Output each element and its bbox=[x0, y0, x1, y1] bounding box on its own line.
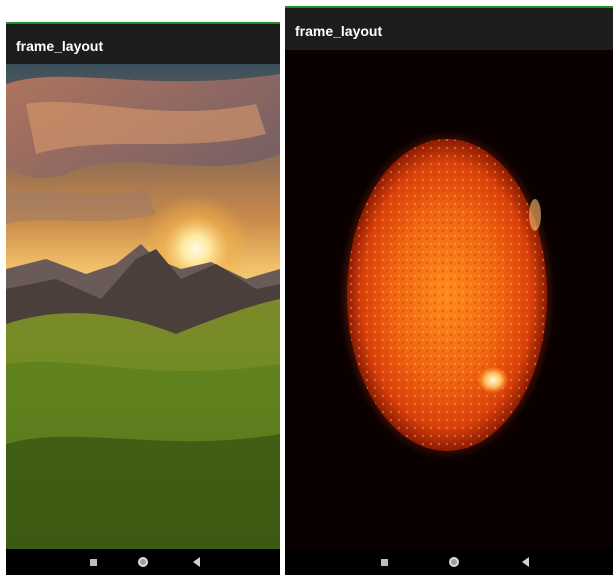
triangle-icon bbox=[192, 557, 200, 567]
square-icon bbox=[380, 558, 388, 566]
sun-image bbox=[285, 50, 613, 549]
back-button[interactable] bbox=[188, 554, 204, 570]
app-title: frame_layout bbox=[295, 23, 383, 39]
home-button[interactable] bbox=[135, 554, 151, 570]
circle-icon bbox=[449, 557, 459, 567]
phone-screen-right: frame_layout bbox=[285, 6, 613, 575]
triangle-icon bbox=[521, 557, 529, 567]
home-button[interactable] bbox=[446, 554, 462, 570]
mountain-sunrise-image bbox=[6, 64, 280, 549]
back-button[interactable] bbox=[517, 554, 533, 570]
recents-button[interactable] bbox=[85, 554, 101, 570]
recents-button[interactable] bbox=[376, 554, 392, 570]
navigation-bar bbox=[6, 549, 280, 575]
phone-screen-left: frame_layout bbox=[6, 22, 280, 575]
frame-layout-content bbox=[285, 50, 613, 549]
app-title: frame_layout bbox=[16, 38, 104, 54]
circle-icon bbox=[138, 557, 148, 567]
app-bar: frame_layout bbox=[6, 24, 280, 64]
square-icon bbox=[89, 558, 97, 566]
frame-layout-content bbox=[6, 64, 280, 549]
app-bar: frame_layout bbox=[285, 8, 613, 50]
navigation-bar bbox=[285, 549, 613, 575]
